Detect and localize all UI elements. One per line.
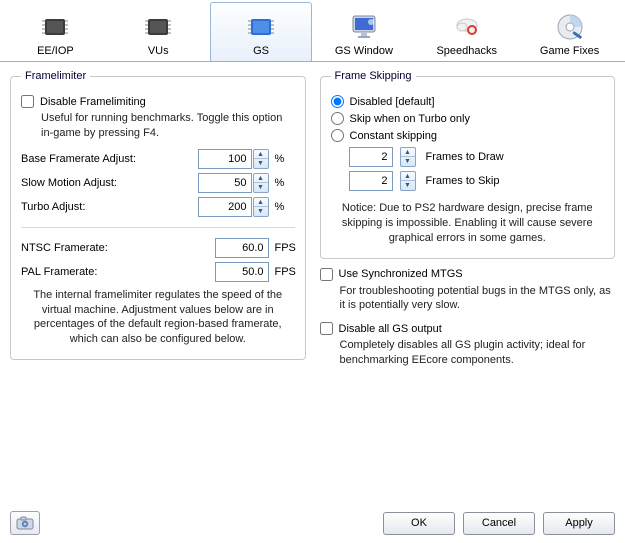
- slow-motion-input[interactable]: [198, 173, 252, 193]
- up-icon: ▲: [254, 150, 268, 159]
- slow-motion-label: Slow Motion Adjust:: [21, 177, 198, 189]
- tab-label: GS Window: [335, 45, 393, 57]
- up-icon: ▲: [254, 174, 268, 183]
- frameskip-constant-input[interactable]: [331, 129, 344, 142]
- disablegs-checkbox[interactable]: Disable all GS output: [320, 321, 616, 336]
- chip-icon: [39, 11, 71, 43]
- cancel-button[interactable]: Cancel: [463, 512, 535, 535]
- disable-framelimit-checkbox[interactable]: Disable Framelimiting: [21, 94, 295, 109]
- dialog-footer: OK Cancel Apply: [0, 503, 625, 543]
- frameskip-turbo-input[interactable]: [331, 112, 344, 125]
- ntsc-label: NTSC Framerate:: [21, 242, 215, 254]
- ok-button[interactable]: OK: [383, 512, 455, 535]
- fps-unit: FPS: [269, 242, 295, 254]
- screenshot-button[interactable]: [10, 511, 40, 535]
- framelimiter-blurb: The internal framelimiter regulates the …: [21, 288, 295, 347]
- turbo-row: Turbo Adjust: ▲▼ %: [21, 197, 295, 217]
- mtgs-block: Use Synchronized MTGS For troubleshootin…: [320, 267, 616, 314]
- pal-row: PAL Framerate: FPS: [21, 262, 295, 282]
- right-column: Frame Skipping Disabled [default] Skip w…: [320, 70, 616, 376]
- disable-framelimit-label: Disable Framelimiting: [40, 96, 146, 108]
- disable-framelimit-desc: Useful for running benchmarks. Toggle th…: [41, 111, 295, 141]
- down-icon: ▼: [401, 157, 415, 166]
- turbo-spinner[interactable]: ▲▼: [253, 197, 269, 217]
- disable-framelimit-input[interactable]: [21, 95, 34, 108]
- frameskip-disabled-label: Disabled [default]: [350, 96, 435, 108]
- framelimiter-legend: Framelimiter: [21, 70, 90, 82]
- monitor-icon: [348, 11, 380, 43]
- disablegs-input[interactable]: [320, 322, 333, 335]
- cloud-speed-icon: [451, 11, 483, 43]
- tab-gs[interactable]: GS: [210, 2, 313, 61]
- tab-label: GS: [253, 45, 269, 57]
- frames-skip-input[interactable]: [349, 171, 393, 191]
- frames-skip-label: Frames to Skip: [426, 175, 500, 187]
- framelimiter-group: Framelimiter Disable Framelimiting Usefu…: [10, 70, 306, 360]
- frames-skip-spinner[interactable]: ▲▼: [400, 171, 416, 191]
- frameskip-turbo-radio[interactable]: Skip when on Turbo only: [331, 111, 605, 126]
- down-icon: ▼: [254, 207, 268, 216]
- tab-label: EE/IOP: [37, 45, 74, 57]
- disablegs-label: Disable all GS output: [339, 323, 442, 335]
- down-icon: ▼: [254, 183, 268, 192]
- pal-label: PAL Framerate:: [21, 266, 215, 278]
- turbo-label: Turbo Adjust:: [21, 201, 198, 213]
- base-framerate-input[interactable]: [198, 149, 252, 169]
- slow-motion-row: Slow Motion Adjust: ▲▼ %: [21, 173, 295, 193]
- tab-gamefixes[interactable]: Game Fixes: [518, 2, 621, 61]
- frameskip-disabled-input[interactable]: [331, 95, 344, 108]
- tab-eeiop[interactable]: EE/IOP: [4, 2, 107, 61]
- frames-draw-label: Frames to Draw: [426, 151, 504, 163]
- base-framerate-row: Base Framerate Adjust: ▲▼ %: [21, 149, 295, 169]
- tab-label: VUs: [148, 45, 169, 57]
- divider: [21, 227, 295, 228]
- up-icon: ▲: [254, 198, 268, 207]
- turbo-input[interactable]: [198, 197, 252, 217]
- frames-draw-spinner[interactable]: ▲▼: [400, 147, 416, 167]
- frameskip-notice: Notice: Due to PS2 hardware design, prec…: [331, 201, 605, 246]
- tab-bar: EE/IOP VUs GS GS Window Speedhacks Game …: [0, 0, 625, 62]
- disablegs-block: Disable all GS output Completely disable…: [320, 321, 616, 368]
- disablegs-desc: Completely disables all GS plugin activi…: [340, 338, 616, 368]
- frameskip-constant-radio[interactable]: Constant skipping: [331, 128, 605, 143]
- page-body: Framelimiter Disable Framelimiting Usefu…: [0, 62, 625, 384]
- mtgs-checkbox[interactable]: Use Synchronized MTGS: [320, 267, 616, 282]
- tab-speedhacks[interactable]: Speedhacks: [415, 2, 518, 61]
- tab-vus[interactable]: VUs: [107, 2, 210, 61]
- frameskip-turbo-label: Skip when on Turbo only: [350, 113, 470, 125]
- apply-button[interactable]: Apply: [543, 512, 615, 535]
- percent-unit: %: [269, 177, 295, 189]
- base-framerate-spinner[interactable]: ▲▼: [253, 149, 269, 169]
- frames-skip-row: ▲▼ Frames to Skip: [349, 171, 605, 191]
- frameskip-constant-label: Constant skipping: [350, 130, 437, 142]
- ntsc-row: NTSC Framerate: FPS: [21, 238, 295, 258]
- percent-unit: %: [269, 201, 295, 213]
- slow-motion-spinner[interactable]: ▲▼: [253, 173, 269, 193]
- tab-label: Game Fixes: [540, 45, 599, 57]
- frameskip-legend: Frame Skipping: [331, 70, 416, 82]
- down-icon: ▼: [254, 159, 268, 168]
- frameskip-disabled-radio[interactable]: Disabled [default]: [331, 94, 605, 109]
- tab-label: Speedhacks: [436, 45, 497, 57]
- mtgs-desc: For troubleshooting potential bugs in th…: [340, 284, 616, 314]
- fps-unit: FPS: [269, 266, 295, 278]
- frames-draw-input[interactable]: [349, 147, 393, 167]
- pal-input[interactable]: [215, 262, 269, 282]
- mtgs-label: Use Synchronized MTGS: [339, 268, 463, 280]
- up-icon: ▲: [401, 172, 415, 181]
- disc-icon: [554, 11, 586, 43]
- frames-draw-row: ▲▼ Frames to Draw: [349, 147, 605, 167]
- chip-blue-icon: [245, 11, 277, 43]
- tab-gswindow[interactable]: GS Window: [312, 2, 415, 61]
- base-framerate-label: Base Framerate Adjust:: [21, 153, 198, 165]
- up-icon: ▲: [401, 148, 415, 157]
- camera-icon: [16, 516, 34, 530]
- mtgs-input[interactable]: [320, 268, 333, 281]
- left-column: Framelimiter Disable Framelimiting Usefu…: [10, 70, 306, 376]
- percent-unit: %: [269, 153, 295, 165]
- down-icon: ▼: [401, 181, 415, 190]
- frameskip-group: Frame Skipping Disabled [default] Skip w…: [320, 70, 616, 259]
- ntsc-input[interactable]: [215, 238, 269, 258]
- chip-icon: [142, 11, 174, 43]
